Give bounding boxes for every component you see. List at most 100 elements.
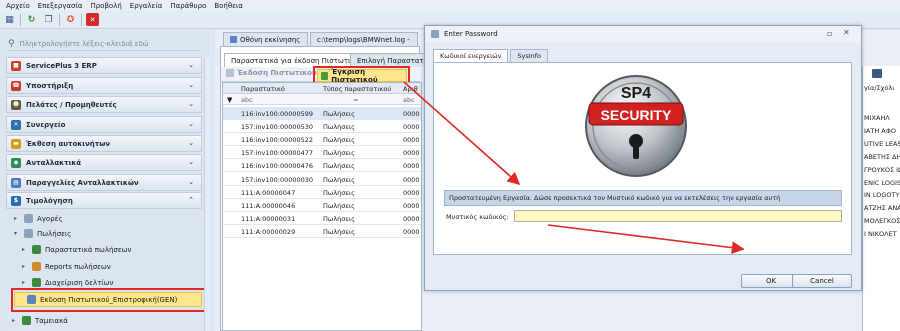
- cell-number: 0000: [403, 149, 420, 158]
- menu-edit[interactable]: Επεξεργασία: [38, 2, 83, 10]
- nav-support[interactable]: ☎ Υποστήριξη ⌄: [6, 77, 202, 94]
- layout-icon[interactable]: ▦: [3, 13, 16, 26]
- menu-help[interactable]: Βοήθεια: [214, 2, 243, 10]
- cell-type: Πωλήσεις: [323, 123, 355, 132]
- tree-label: Πωλήσεις: [37, 229, 72, 238]
- column-header-type[interactable]: Τύπος παραστατικού: [323, 85, 399, 93]
- issue-credit-button[interactable]: Έκδοση Πιστωτικού: [226, 69, 317, 77]
- expand-arrow-icon: ▸: [14, 215, 18, 222]
- filter-document[interactable]: abc: [241, 96, 253, 104]
- keyhole-slot: [633, 141, 639, 159]
- cell-type: Πωλήσεις: [323, 201, 355, 210]
- cell-document: 111:A:00000047: [241, 188, 296, 197]
- search-icon: ⚲: [8, 38, 15, 49]
- cell-type: Πωλήσεις: [323, 149, 355, 158]
- tab-sysinfo[interactable]: SysInfo: [510, 49, 549, 62]
- nav-customers[interactable]: ☻ Πελάτες / Προμηθευτές ⌄: [6, 96, 202, 113]
- filter-type[interactable]: =: [353, 96, 358, 104]
- tab-start-screen[interactable]: Οθόνη εκκίνησης: [223, 32, 308, 46]
- nav-workshop[interactable]: ✕ Συνεργείο ⌄: [6, 116, 202, 133]
- expand-arrow-icon: ▸: [12, 317, 16, 324]
- tree-label: Ταμειακά: [35, 316, 68, 325]
- orders-icon: ▤: [11, 177, 21, 188]
- cancel-button[interactable]: Cancel: [792, 274, 852, 288]
- chevron-down-icon: ⌄: [188, 61, 194, 69]
- tab-log-file[interactable]: c:\temp\logs\BMWnet.log -: [310, 32, 418, 46]
- cell-number: 0000: [403, 227, 420, 236]
- right-column-cell: ΙΑΤΗ ΑΦΟ: [864, 126, 896, 135]
- chevron-down-icon: ⌄: [188, 139, 194, 147]
- right-column-cell: UTIVE LEAS: [864, 139, 900, 148]
- window-icon[interactable]: ❐: [42, 13, 55, 26]
- dialog-titlebar: Enter Password: [425, 26, 861, 42]
- key-icon: [431, 30, 439, 38]
- dialog-close-icon[interactable]: ✕: [843, 28, 850, 37]
- menu-tools[interactable]: Εργαλεία: [130, 2, 163, 10]
- tab-label: Οθόνη εκκίνησης: [240, 35, 301, 44]
- tree-label: Reports πωλήσεων: [45, 262, 111, 271]
- cell-document: 157:inv100:00000030: [241, 175, 314, 184]
- restore-icon[interactable]: ▫: [827, 29, 832, 38]
- tree-item-sales[interactable]: ▾ Πωλήσεις: [14, 229, 71, 238]
- logo-top-text: SP4: [621, 85, 651, 102]
- menu-window[interactable]: Παράθυρο: [170, 2, 206, 10]
- tree-item-purchases[interactable]: ▸ Αγορές: [14, 214, 63, 223]
- cell-document: 157:inv100:00000477: [241, 149, 314, 158]
- nav-car-showroom[interactable]: ▬ Έκθεση αυτοκινήτων ⌄: [6, 135, 202, 152]
- column-header-number[interactable]: Αριθ: [403, 85, 421, 93]
- right-column-cell: ENIC LOGIST: [864, 178, 900, 187]
- tab-label: c:\temp\logs\BMWnet.log -: [317, 35, 410, 44]
- help-icon[interactable]: ✪: [64, 13, 77, 26]
- close-icon[interactable]: ✕: [86, 13, 99, 26]
- cell-type: Πωλήσεις: [323, 136, 355, 145]
- nav-label: Πελάτες / Προμηθευτές: [26, 100, 117, 109]
- refresh-icon[interactable]: ↻: [25, 13, 38, 26]
- cell-type: Πωλήσεις: [323, 227, 355, 236]
- invoice-icon: $: [11, 195, 21, 206]
- nav-parts-orders[interactable]: ▤ Παραγγελίες Ανταλλακτικών ⌄: [6, 174, 202, 191]
- password-input[interactable]: [514, 210, 842, 222]
- cell-document: 111:A:00000046: [241, 201, 296, 210]
- nav-serviceplus[interactable]: ■ ServicePlus 3 ERP ⌄: [6, 57, 202, 74]
- cell-document: 116:inv100:00000599: [241, 110, 314, 118]
- right-column-cell: ΙΝ LOGOTY: [864, 191, 900, 200]
- erp-icon: ■: [11, 60, 21, 71]
- password-label: Μυστικός κωδικός:: [446, 213, 509, 221]
- tree-item-sales-reports[interactable]: ▸ Reports πωλήσεων: [22, 262, 111, 271]
- save-icon[interactable]: [872, 69, 882, 78]
- nav-label: Έκθεση αυτοκινήτων: [26, 139, 111, 148]
- nav-invoicing[interactable]: $ Τιμολόγηση ⌃: [6, 192, 202, 209]
- menu-bar: Αρχείο Επεξεργασία Προβολή Εργαλεία Παρά…: [0, 0, 900, 11]
- protected-task-message: Προστατευμένη Εργασία. Δώσε προσεκτικά τ…: [444, 190, 842, 206]
- filter-number[interactable]: abc: [403, 96, 415, 104]
- subtab-credit-docs[interactable]: Παραστατικά για έκδοση Πιστωτικού: [224, 53, 370, 67]
- nav-search[interactable]: ⚲ Πληκτρολογήστε λέξεις-κλειδιά εδώ: [8, 37, 201, 51]
- tree-label: Αγορές: [37, 214, 63, 223]
- filter-icon[interactable]: ▼: [227, 96, 232, 104]
- tree-item-cash[interactable]: ▸ Ταμειακά: [12, 316, 68, 325]
- cell-number: 0000: [403, 162, 420, 171]
- cell-document: 111:A:00000031: [241, 214, 296, 223]
- nav-label: Υποστήριξη: [26, 81, 74, 90]
- tab-action-codes[interactable]: Κωδικοί ενεργειών: [433, 49, 509, 62]
- cell-number: 0000: [403, 136, 420, 145]
- left-scrollbar[interactable]: [204, 58, 210, 331]
- cell-document: 116:inv100:00000522: [241, 136, 314, 145]
- menu-view[interactable]: Προβολή: [90, 2, 121, 10]
- cell-document: 157:inv100:00000530: [241, 123, 314, 132]
- security-lock-logo: SP4 SECURITY: [585, 75, 687, 177]
- filter-row: [223, 94, 421, 105]
- highlight-box-tree-item: [11, 288, 206, 312]
- right-column-cell: ΑΤΖΗΣ ΑΝΑ: [864, 204, 900, 213]
- enter-password-dialog: Enter Password ▫ ✕ Κωδικοί ενεργειών Sys…: [424, 25, 862, 291]
- nav-parts[interactable]: ◆ Ανταλλακτικά ⌄: [6, 154, 202, 171]
- logo-security-text: SECURITY: [601, 107, 672, 123]
- collapse-arrow-icon: ▾: [14, 230, 18, 237]
- expand-arrow-icon: ▸: [22, 246, 26, 253]
- message-text: Προστατευμένη Εργασία. Δώσε προσεκτικά τ…: [449, 194, 781, 202]
- nav-label: Παραγγελίες Ανταλλακτικών: [26, 178, 139, 187]
- column-header-document[interactable]: Παραστατικό: [241, 85, 319, 93]
- tree-item-sales-documents[interactable]: ▸ Παραστατικά πωλήσεων: [22, 245, 131, 254]
- tree-item-vouchers[interactable]: ▸ Διαχείριση δελτίων: [22, 278, 113, 287]
- menu-file[interactable]: Αρχείο: [6, 2, 30, 10]
